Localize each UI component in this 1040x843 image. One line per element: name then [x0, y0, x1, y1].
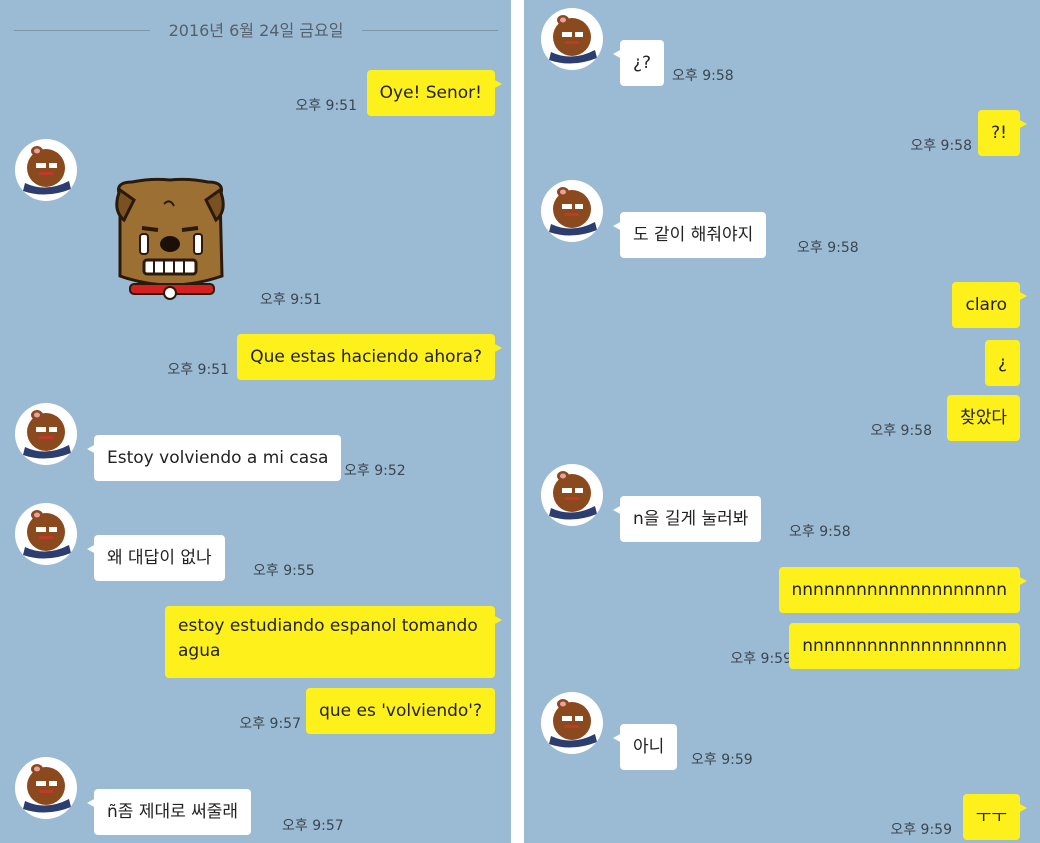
divider-line	[362, 30, 498, 31]
message-time: 오후 9:59	[691, 752, 753, 768]
my-message-bubble[interactable]: Oye! Senor!	[366, 70, 503, 116]
my-message-bubble[interactable]: que es 'volviendo'?	[306, 688, 495, 734]
crying-dog-sticker[interactable]	[112, 176, 228, 306]
avatar-icon[interactable]	[15, 403, 77, 465]
date-divider: 2016년 6월 24일 금요일	[14, 20, 498, 42]
message-time: 오후 9:59	[730, 651, 792, 667]
avatar-icon[interactable]	[15, 503, 77, 565]
other-message-bubble[interactable]: n을 길게 눌러봐	[612, 496, 762, 542]
my-message-bubble[interactable]: nnnnnnnnnnnnnnnnnnnn	[778, 567, 1027, 613]
message-time: 오후 9:51	[167, 362, 229, 378]
message-time: 오후 9:58	[672, 68, 734, 84]
message-time: 오후 9:59	[890, 822, 952, 838]
message-time: 오후 9:57	[282, 818, 344, 834]
my-message-bubble[interactable]: ㅜㅜ	[962, 794, 1028, 840]
other-message-bubble[interactable]: Estoy volviendo a mi casa	[86, 435, 342, 481]
avatar-icon[interactable]	[541, 692, 603, 754]
my-message-bubble[interactable]: nnnnnnnnnnnnnnnnnnn	[789, 623, 1020, 669]
other-message-bubble[interactable]: 도 같이 해줘야지	[612, 212, 767, 258]
chat-panel-right: ¿? 오후 9:58 오후 9:58 ?! 도 같이 해줘야지 오후 9:58 …	[524, 0, 1040, 843]
message-time: 오후 9:52	[344, 463, 406, 479]
avatar-icon[interactable]	[541, 8, 603, 70]
message-time: 오후 9:51	[295, 98, 357, 114]
message-time: 오후 9:58	[797, 240, 859, 256]
my-message-bubble[interactable]: claro	[952, 282, 1027, 328]
other-message-bubble[interactable]: ¿?	[612, 40, 665, 86]
date-text: 2016년 6월 24일 금요일	[168, 21, 344, 40]
other-message-bubble[interactable]: 왜 대답이 없나	[87, 535, 225, 581]
message-time: 오후 9:58	[870, 423, 932, 439]
other-message-bubble[interactable]: 아니	[612, 724, 678, 770]
avatar-icon[interactable]	[15, 139, 77, 201]
my-message-bubble[interactable]: ¿	[984, 340, 1020, 386]
avatar-icon[interactable]	[541, 180, 603, 242]
message-time: 오후 9:55	[253, 563, 315, 579]
chat-panel-left: 2016년 6월 24일 금요일 오후 9:51 Oye! Senor! 오후 …	[0, 0, 511, 843]
message-time: 오후 9:58	[910, 138, 972, 154]
my-message-bubble[interactable]: 찾았다	[947, 395, 1020, 441]
my-message-bubble[interactable]: Que estas haciendo ahora?	[237, 334, 502, 380]
message-time: 오후 9:58	[789, 524, 851, 540]
message-time: 오후 9:57	[239, 716, 301, 732]
avatar-icon[interactable]	[541, 464, 603, 526]
message-time: 오후 9:51	[260, 292, 322, 308]
avatar-icon[interactable]	[15, 757, 77, 819]
my-message-bubble[interactable]: ?!	[978, 110, 1027, 156]
other-message-bubble[interactable]: ñ좀 제대로 써줄래	[86, 789, 252, 835]
my-message-bubble[interactable]: estoy estudiando espanol tomando agua	[165, 606, 502, 678]
